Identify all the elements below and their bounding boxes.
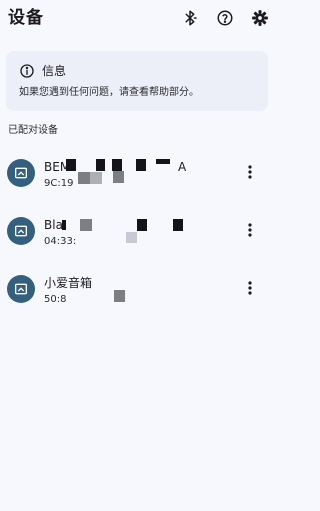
device-item[interactable]: BEM A 9C:19: [0, 154, 272, 202]
device-name: Bla: [44, 218, 63, 232]
device-icon: [15, 167, 27, 179]
device-item[interactable]: 小爱音箱 50:8: [0, 270, 272, 318]
redaction-block: [90, 172, 102, 184]
more-vert-icon: [248, 165, 252, 179]
redaction-block: [78, 172, 90, 184]
device-item[interactable]: Bla 04:33:: [0, 212, 272, 260]
device-avatar: [7, 275, 35, 303]
device-icon: [15, 225, 27, 237]
device-name-tail: A: [178, 160, 187, 174]
more-vert-icon: [248, 281, 252, 295]
info-icon: [19, 63, 35, 79]
top-app-bar: 设备: [0, 0, 272, 40]
redaction-block: [126, 232, 137, 243]
more-options-button[interactable]: [242, 279, 258, 297]
redaction-block: [66, 159, 76, 171]
device-address: 04:33:: [44, 236, 77, 247]
redaction-block: [137, 219, 147, 231]
redaction-block: [80, 219, 92, 231]
device-address: 50:8: [44, 294, 67, 305]
info-title: 信息: [42, 64, 67, 78]
device-address: 9C:19: [44, 178, 74, 189]
device-name: 小爱音箱: [44, 276, 93, 290]
help-icon[interactable]: [215, 8, 235, 28]
redaction-block: [112, 159, 122, 171]
redaction-block: [136, 159, 146, 171]
redaction-block: [113, 171, 124, 183]
info-card: 信息 如果您遇到任何问题，请查看帮助部分。: [6, 51, 268, 111]
more-vert-icon: [248, 223, 252, 237]
bluetooth-icon[interactable]: [180, 8, 200, 28]
info-message: 如果您遇到任何问题，请查看帮助部分。: [19, 87, 199, 98]
more-options-button[interactable]: [242, 163, 258, 181]
more-options-button[interactable]: [242, 221, 258, 239]
redaction-block: [114, 290, 125, 302]
device-icon: [15, 283, 27, 295]
page-title: 设备: [8, 8, 44, 28]
device-avatar: [7, 159, 35, 187]
redaction-block: [96, 159, 105, 171]
redaction-block: [62, 220, 66, 230]
paired-devices-heading: 已配对设备: [8, 125, 58, 136]
device-avatar: [7, 217, 35, 245]
redaction-block: [173, 219, 183, 231]
redaction-block: [156, 159, 170, 164]
settings-icon[interactable]: [250, 8, 270, 28]
